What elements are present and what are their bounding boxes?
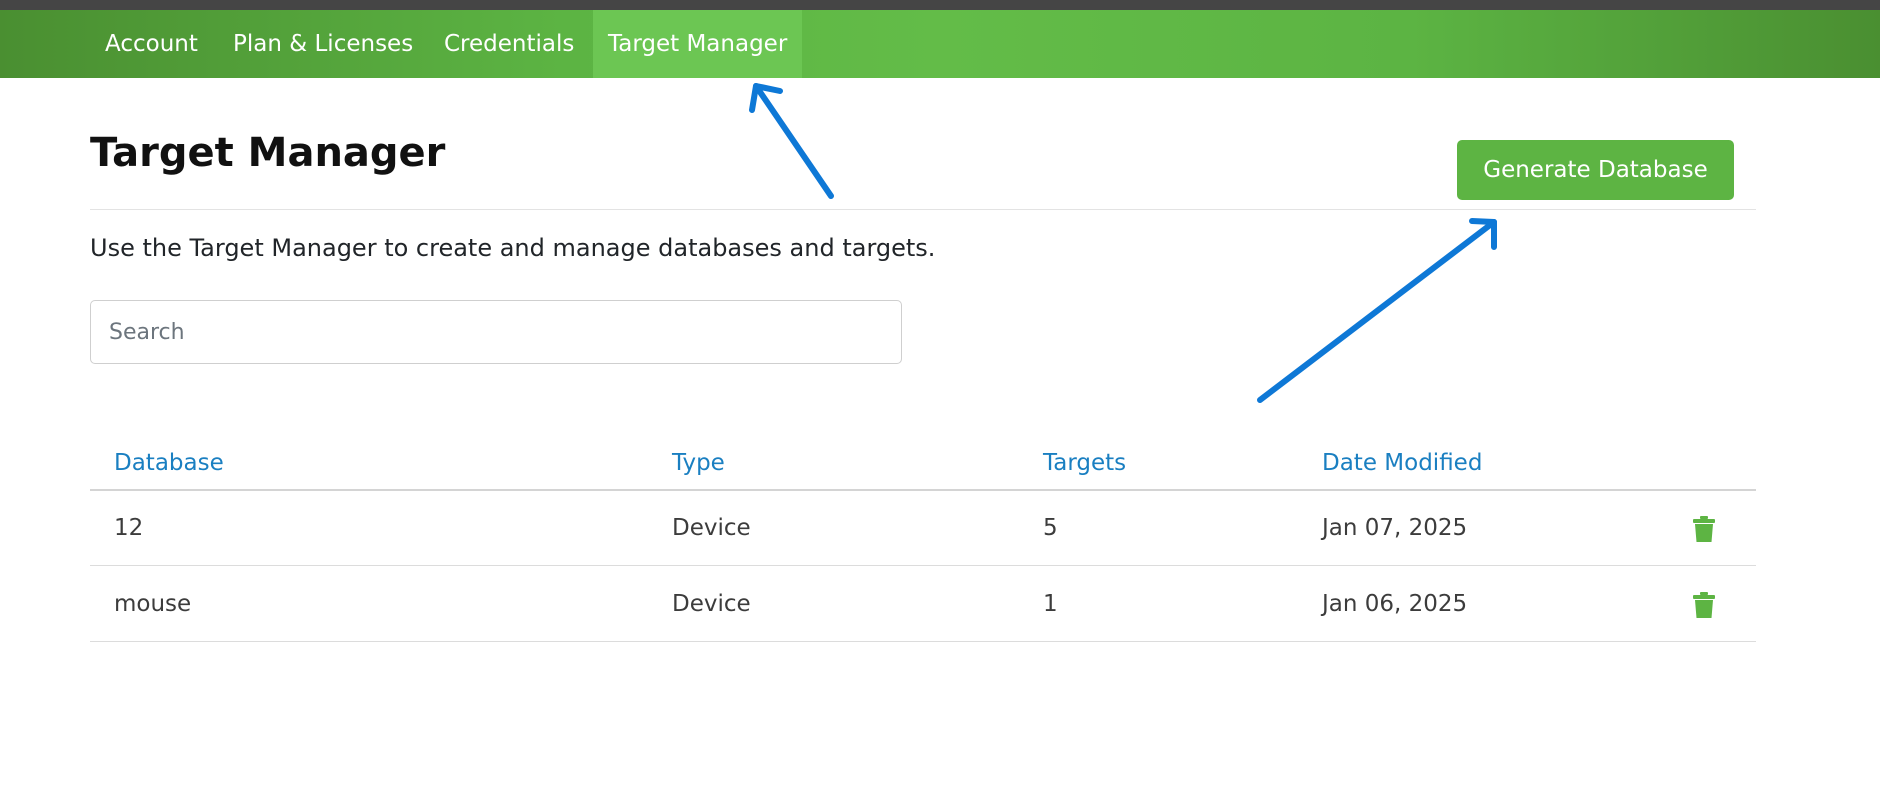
column-header-date-modified[interactable]: Date Modified [1322,450,1482,476]
cell-date-modified: Jan 07, 2025 [1322,515,1468,541]
table-header-divider [90,489,1756,491]
cell-targets: 1 [1043,591,1058,617]
cell-database[interactable]: 12 [114,515,143,541]
cell-date-modified: Jan 06, 2025 [1322,591,1468,617]
arrow-annotation [749,83,834,199]
arrow-annotation [1257,218,1497,403]
cell-database[interactable]: mouse [114,591,191,617]
cell-type: Device [672,515,751,541]
nav-credentials[interactable]: Credentials [429,10,589,78]
annotation-overlay [749,83,1497,403]
row-divider [90,565,1756,566]
window-top-strip [0,0,1880,10]
row-divider [90,641,1756,642]
top-navbar: Account Plan & Licenses Credentials Targ… [0,10,1880,78]
cell-targets: 5 [1043,515,1058,541]
column-header-database[interactable]: Database [114,450,224,476]
nav-target-manager[interactable]: Target Manager [593,10,803,78]
cell-type: Device [672,591,751,617]
column-header-targets[interactable]: Targets [1043,450,1126,476]
trash-icon[interactable] [1693,516,1715,542]
column-header-type[interactable]: Type [672,450,725,476]
title-divider [90,209,1756,210]
nav-account[interactable]: Account [90,10,213,78]
page-title: Target Manager [90,130,446,176]
trash-icon[interactable] [1693,592,1715,618]
generate-database-button[interactable]: Generate Database [1457,140,1734,200]
nav-plan-licenses[interactable]: Plan & Licenses [218,10,428,78]
page-description: Use the Target Manager to create and man… [90,234,936,262]
search-input[interactable] [90,300,902,364]
